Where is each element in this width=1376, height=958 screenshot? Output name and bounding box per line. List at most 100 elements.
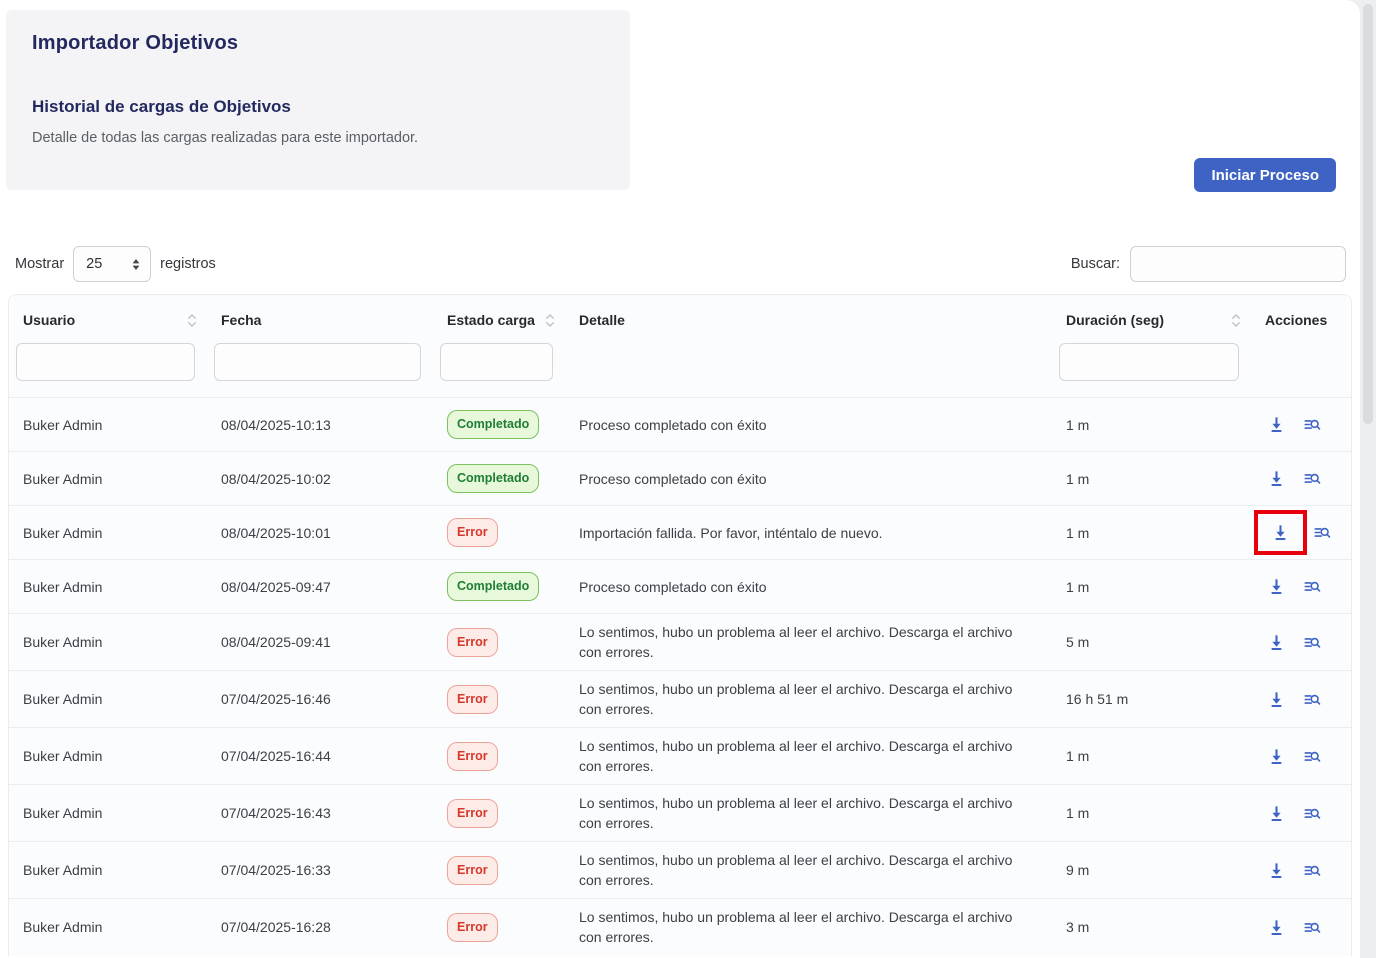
download-button[interactable] <box>1265 859 1288 882</box>
cell-acciones <box>1251 842 1351 899</box>
view-details-button[interactable] <box>1300 916 1324 939</box>
vertical-scrollbar[interactable] <box>1360 0 1376 958</box>
filter-input-estado[interactable] <box>440 343 553 381</box>
status-badge: Error <box>447 518 498 547</box>
download-button[interactable] <box>1265 467 1288 490</box>
table-row: Buker Admin07/04/2025-16:28ErrorLo senti… <box>9 899 1351 956</box>
filter-cell-fecha <box>207 341 433 398</box>
column-header-usuario[interactable]: Usuario <box>9 295 207 341</box>
cell-detalle: Lo sentimos, hubo un problema al leer el… <box>565 671 1052 728</box>
cell-fecha: 07/04/2025-16:46 <box>207 671 433 728</box>
column-label: Detalle <box>579 312 625 328</box>
filter-input-usuario[interactable] <box>16 343 195 381</box>
cell-estado: Error <box>433 506 565 560</box>
view-details-icon <box>1302 640 1322 655</box>
table-row: Buker Admin08/04/2025-10:02CompletadoPro… <box>9 452 1351 506</box>
sort-icon <box>187 313 197 328</box>
cell-acciones <box>1251 452 1351 506</box>
download-button[interactable] <box>1265 916 1288 939</box>
records-label: registros <box>160 256 216 272</box>
select-arrows-icon <box>131 258 141 271</box>
filter-input-duracion[interactable] <box>1059 343 1239 381</box>
download-button[interactable] <box>1265 575 1288 598</box>
cell-usuario: Buker Admin <box>9 785 207 842</box>
table-row: Buker Admin08/04/2025-10:01ErrorImportac… <box>9 506 1351 560</box>
cell-duracion: 1 m <box>1052 785 1251 842</box>
search-input[interactable] <box>1130 246 1346 282</box>
cell-usuario: Buker Admin <box>9 506 207 560</box>
column-header-duracion[interactable]: Duración (seg) <box>1052 295 1251 341</box>
status-badge: Error <box>447 685 498 714</box>
status-badge: Error <box>447 913 498 942</box>
status-badge: Error <box>447 856 498 885</box>
cell-acciones <box>1251 614 1351 671</box>
view-details-button[interactable] <box>1310 521 1334 544</box>
download-icon <box>1267 811 1286 826</box>
download-icon <box>1271 530 1290 545</box>
column-header-estado[interactable]: Estado carga <box>433 295 565 341</box>
view-details-button[interactable] <box>1300 802 1324 825</box>
cell-fecha: 08/04/2025-09:41 <box>207 614 433 671</box>
click-target-highlight <box>1254 510 1307 555</box>
cell-detalle: Proceso completado con éxito <box>565 560 1052 614</box>
download-button[interactable] <box>1265 688 1288 711</box>
filter-cell-estado <box>433 341 565 398</box>
scrollbar-thumb[interactable] <box>1363 4 1373 424</box>
cell-detalle: Lo sentimos, hubo un problema al leer el… <box>565 785 1052 842</box>
column-label: Usuario <box>23 312 75 328</box>
table-row: Buker Admin07/04/2025-16:43ErrorLo senti… <box>9 785 1351 842</box>
status-badge: Completado <box>447 410 539 439</box>
cell-estado: Completado <box>433 452 565 506</box>
page-title: Importador Objetivos <box>32 32 604 55</box>
view-details-icon <box>1302 697 1322 712</box>
download-icon <box>1267 697 1286 712</box>
cell-usuario: Buker Admin <box>9 560 207 614</box>
cell-estado: Error <box>433 842 565 899</box>
download-button[interactable] <box>1269 521 1292 544</box>
view-details-button[interactable] <box>1300 413 1324 436</box>
column-label: Estado carga <box>447 312 535 328</box>
cell-usuario: Buker Admin <box>9 398 207 452</box>
search-label: Buscar: <box>1071 256 1120 272</box>
filter-input-fecha[interactable] <box>214 343 421 381</box>
cell-duracion: 16 h 51 m <box>1052 671 1251 728</box>
page-size-select[interactable]: 25 <box>73 246 151 282</box>
download-button[interactable] <box>1265 745 1288 768</box>
view-details-button[interactable] <box>1300 631 1324 654</box>
view-details-button[interactable] <box>1300 745 1324 768</box>
table-row: Buker Admin07/04/2025-16:44ErrorLo senti… <box>9 728 1351 785</box>
download-icon <box>1267 868 1286 883</box>
iniciar-proceso-button[interactable]: Iniciar Proceso <box>1194 158 1336 192</box>
cell-estado: Completado <box>433 398 565 452</box>
cell-fecha: 07/04/2025-16:33 <box>207 842 433 899</box>
cell-usuario: Buker Admin <box>9 614 207 671</box>
table-row: Buker Admin08/04/2025-09:41ErrorLo senti… <box>9 614 1351 671</box>
section-title: Historial de cargas de Objetivos <box>32 97 604 117</box>
cell-detalle: Importación fallida. Por favor, inténtal… <box>565 506 1052 560</box>
cell-fecha: 07/04/2025-16:44 <box>207 728 433 785</box>
download-button[interactable] <box>1265 631 1288 654</box>
download-icon <box>1267 422 1286 437</box>
cell-acciones <box>1251 506 1351 560</box>
view-details-button[interactable] <box>1300 467 1324 490</box>
view-details-button[interactable] <box>1300 575 1324 598</box>
column-header-acciones: Acciones <box>1251 295 1351 341</box>
sort-icon <box>545 313 555 328</box>
view-details-button[interactable] <box>1300 688 1324 711</box>
content-card: Importador Objetivos Historial de cargas… <box>0 0 1360 958</box>
column-header-fecha: Fecha <box>207 295 433 341</box>
cell-fecha: 08/04/2025-10:02 <box>207 452 433 506</box>
download-button[interactable] <box>1265 802 1288 825</box>
cell-duracion: 5 m <box>1052 614 1251 671</box>
cell-duracion: 1 m <box>1052 506 1251 560</box>
view-details-icon <box>1302 754 1322 769</box>
view-details-icon <box>1312 530 1332 545</box>
view-details-button[interactable] <box>1300 859 1324 882</box>
download-icon <box>1267 754 1286 769</box>
view-details-icon <box>1302 584 1322 599</box>
cell-fecha: 07/04/2025-16:28 <box>207 899 433 956</box>
download-button[interactable] <box>1265 413 1288 436</box>
table-row: Buker Admin08/04/2025-09:47CompletadoPro… <box>9 560 1351 614</box>
cell-duracion: 3 m <box>1052 899 1251 956</box>
download-icon <box>1267 584 1286 599</box>
